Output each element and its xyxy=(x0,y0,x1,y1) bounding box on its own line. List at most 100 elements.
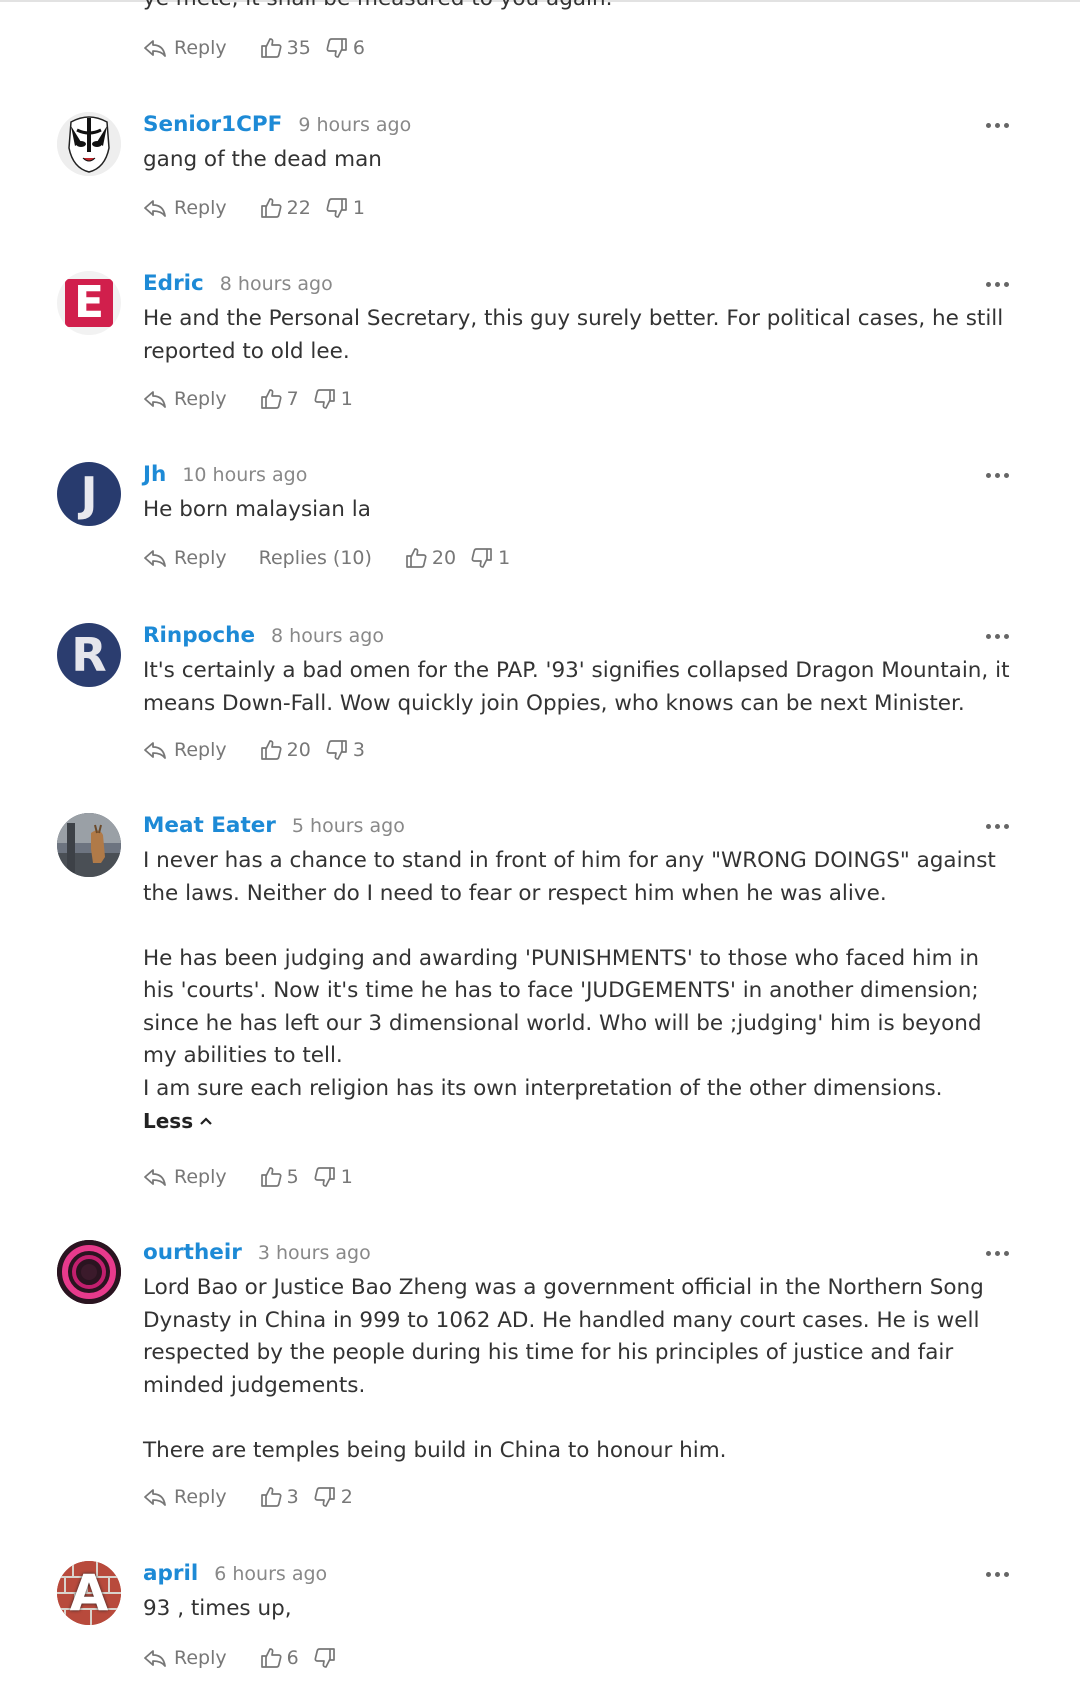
thumbs-down-icon xyxy=(326,740,347,760)
username[interactable]: Jh xyxy=(143,462,166,487)
reply-button[interactable]: Reply xyxy=(143,388,227,410)
username[interactable]: ourtheir xyxy=(143,1240,242,1265)
comment-header: Senior1CPF 9 hours ago xyxy=(143,112,411,142)
downvote-button[interactable]: 6 xyxy=(325,36,365,60)
upvote-button[interactable]: 22 xyxy=(259,196,311,220)
comment-body: He and the Personal Secretary, this guy … xyxy=(143,306,1004,364)
reply-label: Reply xyxy=(174,1647,227,1669)
upvote-button[interactable]: 35 xyxy=(259,36,311,60)
reply-label: Reply xyxy=(174,1166,227,1188)
thumbs-down-icon xyxy=(471,548,492,568)
comment-body: It's certainly a bad omen for the PAP. '… xyxy=(143,658,1010,716)
reply-icon xyxy=(144,1650,166,1667)
timestamp: 10 hours ago xyxy=(182,464,308,486)
thumbs-up-icon xyxy=(260,1648,282,1668)
clipped-comment-text: ye mete, it shall be measured to you aga… xyxy=(143,0,612,11)
like-count: 20 xyxy=(431,547,457,569)
comment-body: 93 , times up, xyxy=(143,1596,292,1621)
comment-actions: Reply 5 1 xyxy=(143,1160,353,1194)
thumbs-down-icon xyxy=(314,389,335,409)
upvote-button[interactable]: 5 xyxy=(259,1165,299,1189)
reply-icon xyxy=(144,1489,166,1506)
thumbs-down-icon xyxy=(314,1648,335,1668)
downvote-button[interactable]: 1 xyxy=(325,196,365,220)
downvote-button[interactable]: 1 xyxy=(313,1165,353,1189)
timestamp: 6 hours ago xyxy=(214,1563,328,1585)
reply-icon xyxy=(144,742,166,759)
like-count: 5 xyxy=(286,1166,299,1188)
username[interactable]: april xyxy=(143,1561,198,1586)
reply-button[interactable]: Reply xyxy=(143,197,227,219)
reply-button[interactable]: Reply xyxy=(143,547,227,569)
username[interactable]: Edric xyxy=(143,271,204,296)
reply-button[interactable]: Reply xyxy=(143,739,227,761)
upvote-button[interactable]: 7 xyxy=(259,387,299,411)
opera-mask-avatar[interactable] xyxy=(57,112,121,176)
dislike-count: 1 xyxy=(352,197,365,219)
thumbs-up-icon xyxy=(260,740,282,760)
username[interactable]: Meat Eater xyxy=(143,813,276,838)
comment-header: Edric 8 hours ago xyxy=(143,271,333,301)
comment-header: Rinpoche 8 hours ago xyxy=(143,623,384,653)
like-count: 6 xyxy=(286,1647,299,1669)
comment-body: gang of the dead man xyxy=(143,147,382,172)
replies-count-label: Replies (10) xyxy=(258,547,372,569)
reply-button[interactable]: Reply xyxy=(143,1486,227,1508)
reply-icon xyxy=(144,40,166,57)
letter-j-avatar[interactable]: J xyxy=(57,462,121,526)
more-options-icon[interactable] xyxy=(986,1563,1014,1583)
thumbs-up-icon xyxy=(260,1487,282,1507)
comment-header: Jh 10 hours ago xyxy=(143,462,307,492)
reply-button[interactable]: Reply xyxy=(143,37,227,59)
comment-header: ourtheir 3 hours ago xyxy=(143,1240,371,1270)
like-count: 20 xyxy=(286,739,311,761)
downvote-button[interactable]: 3 xyxy=(325,738,365,762)
downvote-button[interactable]: 1 xyxy=(313,387,353,411)
more-options-icon[interactable] xyxy=(986,815,1014,835)
chevron-up-icon xyxy=(200,1117,212,1125)
like-count: 7 xyxy=(286,388,299,410)
comment-actions: Reply 3 2 xyxy=(143,1480,353,1514)
comment-actions: Reply 6 xyxy=(143,1641,341,1675)
thumbs-down-icon xyxy=(326,198,347,218)
more-options-icon[interactable] xyxy=(986,114,1014,134)
comment-actions: Reply 22 1 xyxy=(143,191,365,225)
comment-body: Lord Bao or Justice Bao Zheng was a gove… xyxy=(143,1275,984,1463)
letter-e-avatar[interactable]: E xyxy=(57,271,121,335)
reply-icon xyxy=(144,550,166,567)
downvote-button[interactable]: 1 xyxy=(470,546,510,570)
upvote-button[interactable]: 3 xyxy=(259,1485,299,1509)
upvote-button[interactable]: 20 xyxy=(404,546,456,570)
reply-button[interactable]: Reply xyxy=(143,1166,227,1188)
thumbs-down-icon xyxy=(314,1487,335,1507)
upvote-button[interactable]: 20 xyxy=(259,738,311,762)
username[interactable]: Senior1CPF xyxy=(143,112,282,137)
comment-actions: Reply Replies (10) 20 1 xyxy=(143,541,510,575)
comment-body: He born malaysian la xyxy=(143,497,371,522)
more-options-icon[interactable] xyxy=(986,625,1014,645)
timestamp: 3 hours ago xyxy=(257,1242,371,1264)
thumbs-up-icon xyxy=(260,389,282,409)
dislike-count: 3 xyxy=(352,739,365,761)
dislike-count: 1 xyxy=(498,547,511,569)
thumbs-up-icon xyxy=(406,548,427,568)
downvote-button[interactable]: 2 xyxy=(313,1485,353,1509)
deer-photo-avatar[interactable] xyxy=(57,813,121,877)
comment-actions: Reply 7 1 xyxy=(143,382,353,416)
timestamp: 8 hours ago xyxy=(219,273,333,295)
more-options-icon[interactable] xyxy=(986,273,1014,293)
reply-button[interactable]: Reply xyxy=(143,1647,227,1669)
more-options-icon[interactable] xyxy=(986,1242,1014,1262)
pink-ring-avatar[interactable] xyxy=(57,1240,121,1304)
letter-r-avatar[interactable]: R xyxy=(57,623,121,687)
downvote-button[interactable] xyxy=(313,1646,341,1670)
letter-a-avatar[interactable]: A xyxy=(57,1561,121,1625)
thumbs-up-icon xyxy=(260,38,282,58)
view-replies-button[interactable]: Replies (10) xyxy=(259,547,372,569)
show-less-button[interactable]: Less xyxy=(143,1109,213,1133)
username[interactable]: Rinpoche xyxy=(143,623,255,648)
dislike-count: 2 xyxy=(340,1486,353,1508)
upvote-button[interactable]: 6 xyxy=(259,1646,299,1670)
like-count: 22 xyxy=(286,197,311,219)
more-options-icon[interactable] xyxy=(986,464,1014,484)
